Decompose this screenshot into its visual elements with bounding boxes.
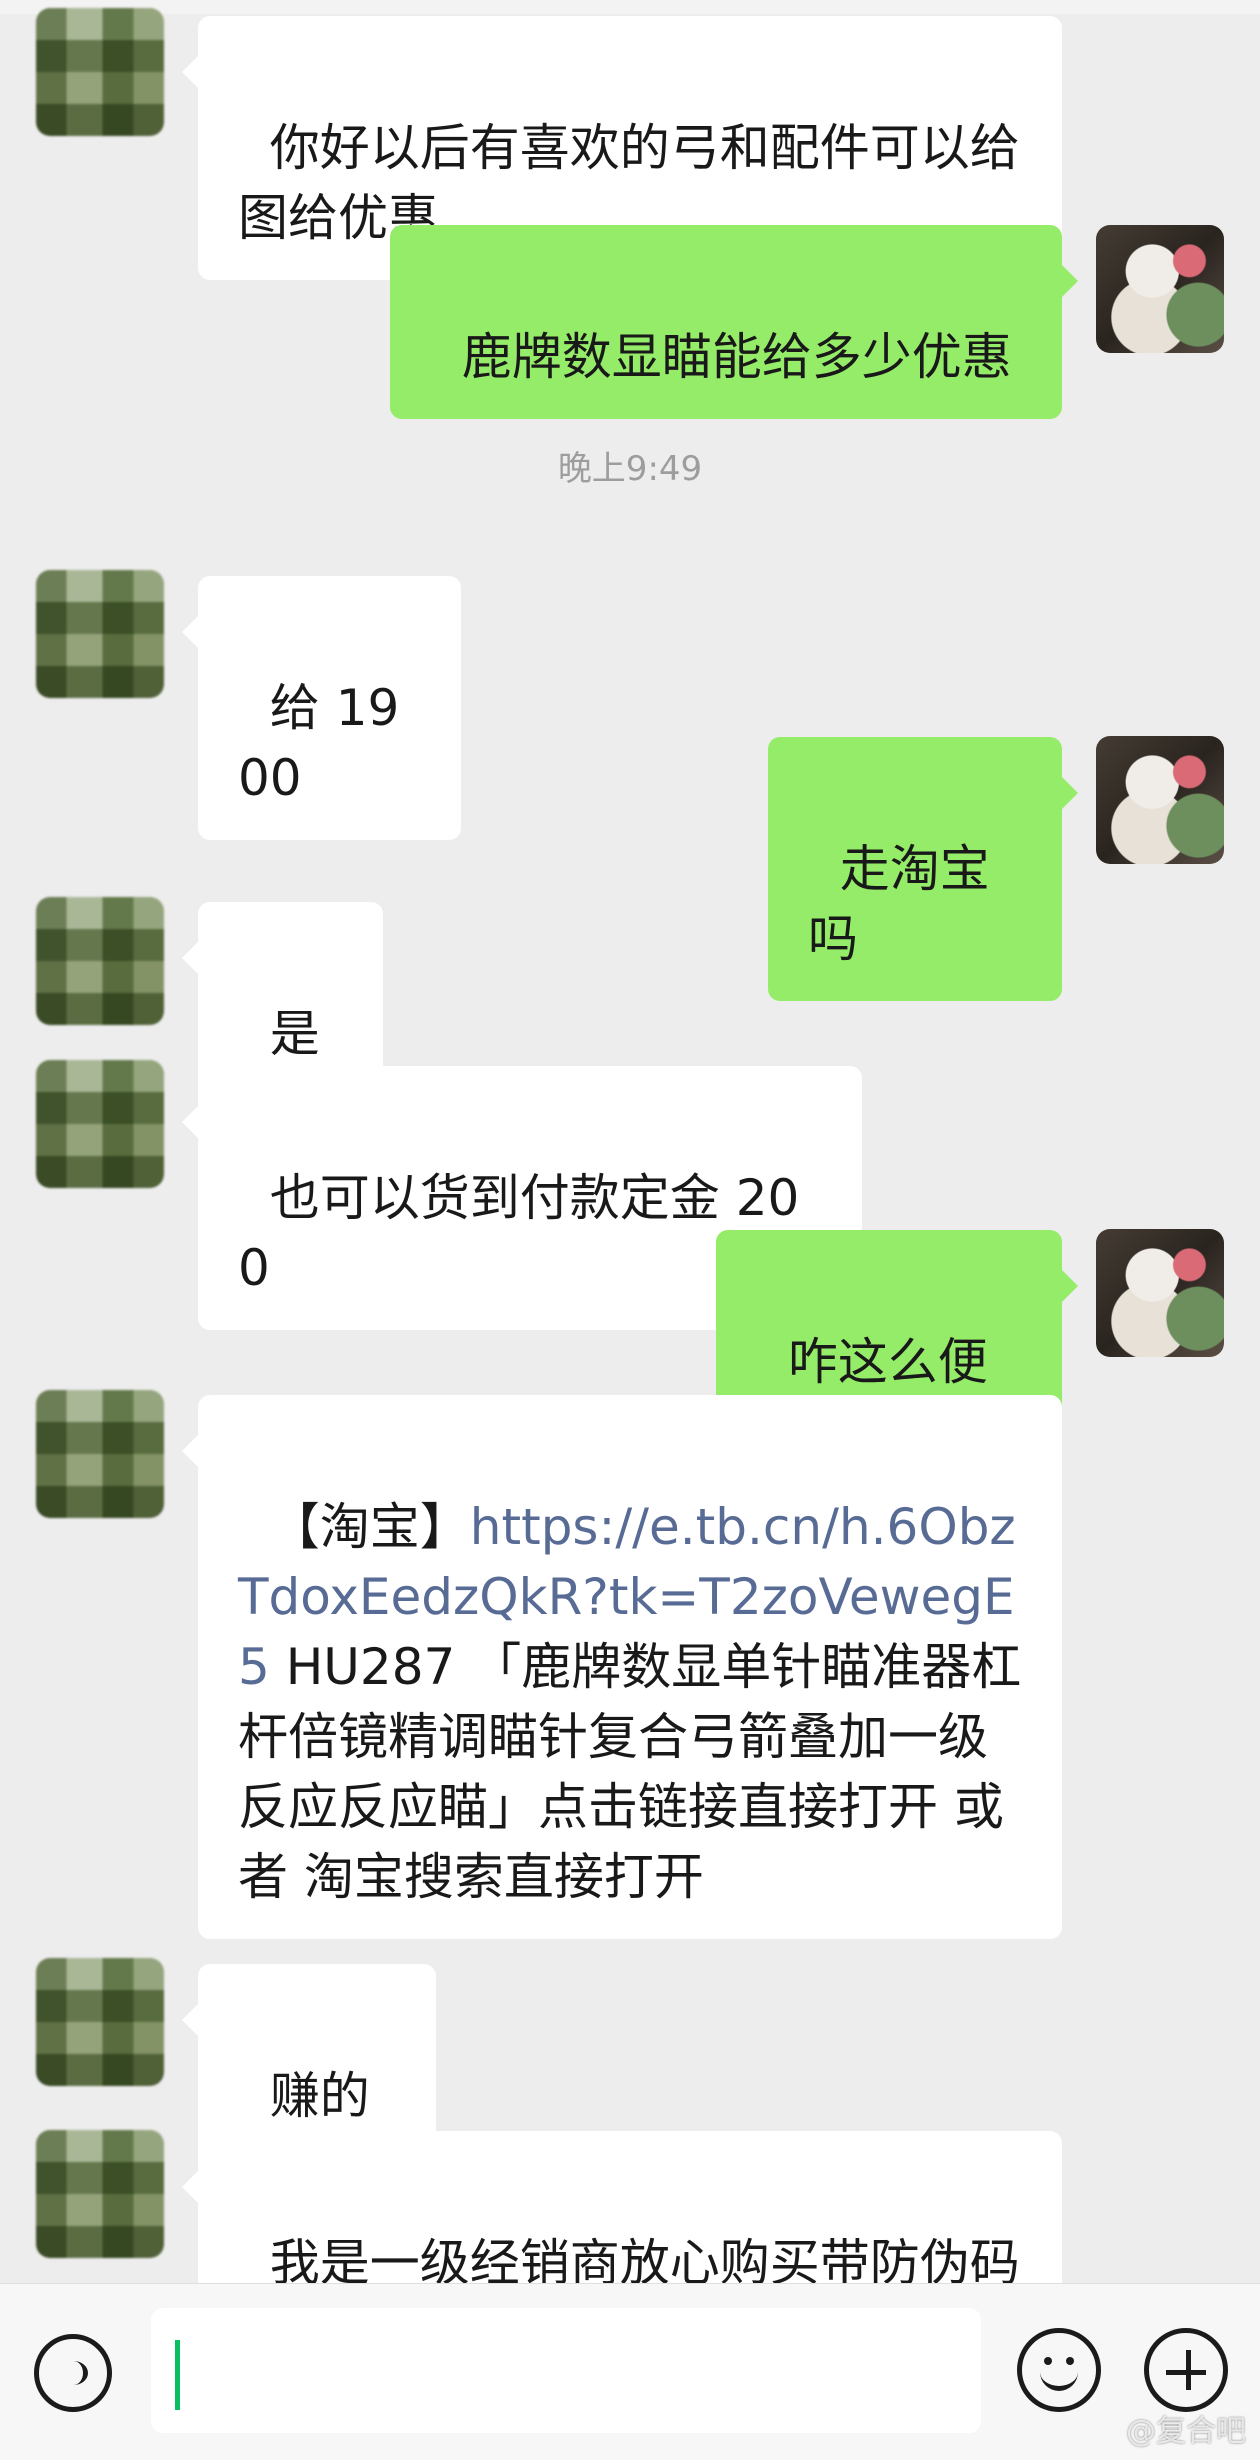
message-timestamp: 晚上9:49 xyxy=(557,449,703,489)
message-input[interactable] xyxy=(151,2308,981,2433)
message-bubble[interactable]: 走淘宝吗 xyxy=(768,737,1078,1001)
voice-icon[interactable] xyxy=(34,2334,112,2412)
message-text: 给 1900 xyxy=(238,679,400,807)
message-text: 鹿牌数显瞄能给多少优惠 xyxy=(461,328,1012,386)
message-bubble[interactable]: 【淘宝】https://e.tb.cn/h.6ObzTdoxEedzQkR?tk… xyxy=(182,1395,1062,1939)
contact-avatar[interactable] xyxy=(36,1060,164,1188)
message-bubble[interactable]: 鹿牌数显瞄能给多少优惠 xyxy=(390,225,1078,419)
my-avatar[interactable] xyxy=(1096,736,1224,864)
text-cursor xyxy=(175,2340,180,2410)
status-strip xyxy=(0,0,1260,14)
emoji-eye-right xyxy=(1066,2357,1074,2365)
contact-avatar[interactable] xyxy=(36,570,164,698)
taobao-prefix: 【淘宝】 xyxy=(269,1498,470,1556)
emoji-icon[interactable] xyxy=(1017,2328,1101,2412)
product-description: HU287 「鹿牌数显单针瞄准器杠杆倍镜精调瞄针复合弓箭叠加一级反应反应瞄」点击… xyxy=(238,1638,1022,1906)
contact-avatar[interactable] xyxy=(36,897,164,1025)
my-avatar[interactable] xyxy=(1096,225,1224,353)
message-bubble[interactable]: 给 1900 xyxy=(182,576,461,840)
plus-icon[interactable] xyxy=(1144,2328,1228,2412)
emoji-eye-left xyxy=(1044,2357,1052,2365)
contact-avatar[interactable] xyxy=(36,1390,164,1518)
contact-avatar[interactable] xyxy=(36,2130,164,2258)
emoji-mouth xyxy=(1040,2369,1078,2391)
contact-avatar[interactable] xyxy=(36,8,164,136)
watermark-text: @复合吧 xyxy=(1126,2414,1246,2449)
my-avatar[interactable] xyxy=(1096,1229,1224,1357)
contact-avatar[interactable] xyxy=(36,1958,164,2086)
message-text: 走淘宝吗 xyxy=(808,840,990,968)
message-composer xyxy=(0,2283,1260,2460)
